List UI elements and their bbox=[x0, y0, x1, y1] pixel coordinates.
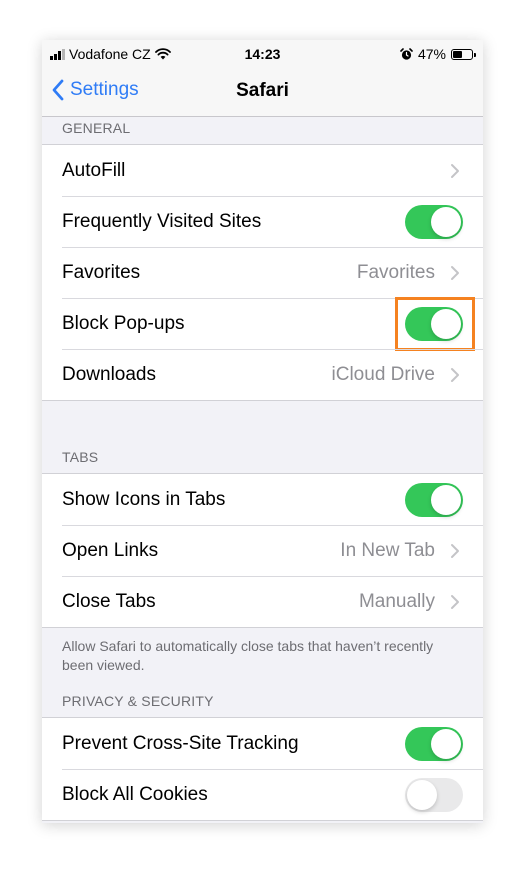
prevent-tracking-row: Prevent Cross-Site Tracking bbox=[42, 718, 483, 769]
section-header-general: GENERAL bbox=[62, 120, 131, 136]
privacy-group: Prevent Cross-Site Tracking Block All Co… bbox=[42, 717, 483, 821]
row-label: Show Icons in Tabs bbox=[62, 488, 226, 510]
close-tabs-row[interactable]: Close Tabs Manually bbox=[42, 576, 483, 627]
chevron-right-icon bbox=[451, 543, 459, 558]
row-label: AutoFill bbox=[62, 159, 126, 181]
favorites-row[interactable]: Favorites Favorites bbox=[42, 247, 483, 298]
block-cookies-row: Block All Cookies bbox=[42, 769, 483, 820]
phone-screen: Vodafone CZ 14:23 47% Settings Safari GE… bbox=[42, 40, 483, 823]
row-label: Block Pop-ups bbox=[62, 312, 185, 334]
chevron-right-icon bbox=[451, 367, 459, 382]
general-group: AutoFill Frequently Visited Sites Favori… bbox=[42, 144, 483, 401]
row-label: Downloads bbox=[62, 363, 156, 385]
row-value: In New Tab bbox=[340, 539, 435, 561]
tabs-group: Show Icons in Tabs Open Links In New Tab… bbox=[42, 473, 483, 628]
downloads-row[interactable]: Downloads iCloud Drive bbox=[42, 349, 483, 400]
row-label: Frequently Visited Sites bbox=[62, 210, 262, 232]
row-value: iCloud Drive bbox=[331, 363, 435, 385]
section-header-tabs: TABS bbox=[62, 449, 99, 465]
show-icons-toggle[interactable] bbox=[405, 482, 463, 517]
row-label: Prevent Cross-Site Tracking bbox=[62, 732, 299, 754]
page-title: Safari bbox=[236, 80, 289, 101]
block-cookies-toggle[interactable] bbox=[405, 777, 463, 812]
chevron-right-icon bbox=[451, 594, 459, 609]
row-value: Manually bbox=[358, 590, 435, 612]
chevron-right-icon bbox=[451, 265, 459, 280]
battery-percent: 47% bbox=[417, 46, 446, 62]
status-bar: Vodafone CZ 14:23 47% bbox=[42, 40, 483, 68]
row-label: Favorites bbox=[62, 261, 141, 283]
row-label: Open Links bbox=[62, 539, 159, 561]
row-value: Favorites bbox=[356, 261, 435, 283]
frequently-visited-sites-toggle[interactable] bbox=[405, 204, 463, 239]
prevent-tracking-toggle[interactable] bbox=[405, 726, 463, 761]
row-label: Block All Cookies bbox=[62, 783, 208, 805]
navigation-bar: Settings Safari bbox=[42, 68, 483, 117]
alarm-icon bbox=[400, 47, 413, 60]
status-right: 47% bbox=[400, 46, 476, 62]
highlight-box bbox=[395, 296, 475, 351]
chevron-right-icon bbox=[451, 163, 459, 178]
show-icons-row: Show Icons in Tabs bbox=[42, 474, 483, 525]
frequently-visited-sites-row: Frequently Visited Sites bbox=[42, 196, 483, 247]
open-links-row[interactable]: Open Links In New Tab bbox=[42, 525, 483, 576]
autofill-row[interactable]: AutoFill bbox=[42, 145, 483, 196]
close-tabs-footnote: Allow Safari to automatically close tabs… bbox=[62, 638, 434, 673]
block-popups-toggle[interactable] bbox=[395, 296, 475, 351]
battery-icon bbox=[451, 48, 476, 60]
block-popups-row: Block Pop-ups bbox=[42, 296, 483, 351]
section-header-privacy: PRIVACY & SECURITY bbox=[62, 693, 214, 709]
row-label: Close Tabs bbox=[62, 590, 156, 612]
